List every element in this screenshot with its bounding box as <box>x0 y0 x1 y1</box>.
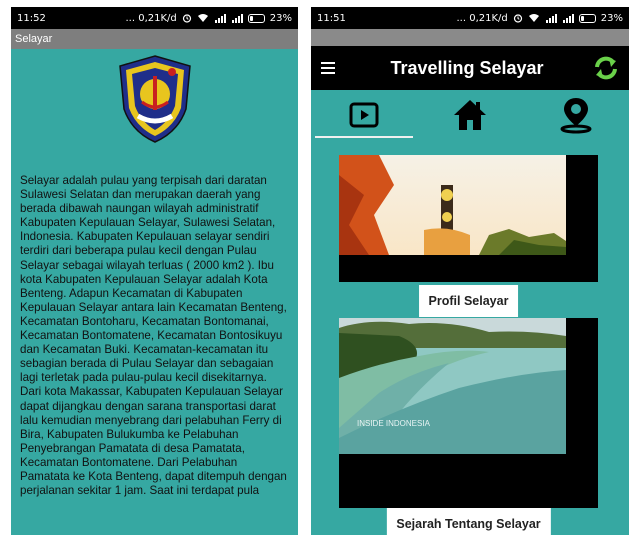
tab-location[interactable] <box>523 90 629 140</box>
selayar-emblem-logo <box>118 55 191 143</box>
home-icon <box>454 100 486 130</box>
play-video-icon <box>349 102 379 128</box>
toolbar: Travelling Selayar <box>311 46 629 90</box>
article-body: Selayar adalah pulau yang terpisah dari … <box>20 174 287 498</box>
battery-icon <box>247 13 265 23</box>
app-title: Travelling Selayar <box>390 57 544 78</box>
card-title[interactable]: Profil Selayar <box>418 285 519 317</box>
network-speed: ... 0,21K/d <box>125 12 177 24</box>
wifi-icon <box>197 13 209 23</box>
wifi-icon <box>528 13 540 23</box>
battery-icon <box>578 13 596 23</box>
tab-bar <box>311 90 629 140</box>
hamburger-menu-icon[interactable] <box>321 58 341 79</box>
tab-video[interactable] <box>311 90 417 140</box>
status-bar: 11:52 ... 0,21K/d 23% <box>11 7 298 29</box>
status-time: 11:52 <box>17 12 46 24</box>
app-bar-shade <box>311 29 629 46</box>
status-bar: 11:51 ... 0,21K/d 23% <box>311 7 629 29</box>
signal-icon <box>545 13 557 23</box>
signal-icon <box>562 13 574 23</box>
location-pin-icon <box>560 98 592 134</box>
alarm-icon <box>182 13 192 23</box>
video-card-sejarah[interactable]: INSIDE INDONESIA Sejarah Tentang Selayar <box>339 318 598 535</box>
network-speed: ... 0,21K/d <box>456 12 508 24</box>
battery-percent: 23% <box>600 12 623 24</box>
page-title: Selayar <box>15 33 53 45</box>
video-card-profil[interactable]: Profil Selayar <box>339 155 598 317</box>
app-bar: Selayar <box>11 29 298 49</box>
signal-icon <box>214 13 226 23</box>
video-thumbnail: INSIDE INDONESIA <box>339 318 566 454</box>
watermark-text: INSIDE INDONESIA <box>357 419 431 428</box>
card-title[interactable]: Sejarah Tentang Selayar <box>386 508 551 535</box>
signal-icon <box>231 13 243 23</box>
phone-screen-left: 11:52 ... 0,21K/d 23% Selayar Selayar ad… <box>11 7 298 535</box>
refresh-icon[interactable] <box>593 55 619 81</box>
status-time: 11:51 <box>317 12 346 24</box>
alarm-icon <box>513 13 523 23</box>
tab-home[interactable] <box>417 90 523 140</box>
phone-screen-right: 11:51 ... 0,21K/d 23% Travelling Selayar <box>311 7 629 535</box>
battery-percent: 23% <box>269 12 292 24</box>
video-thumbnail <box>339 155 566 255</box>
